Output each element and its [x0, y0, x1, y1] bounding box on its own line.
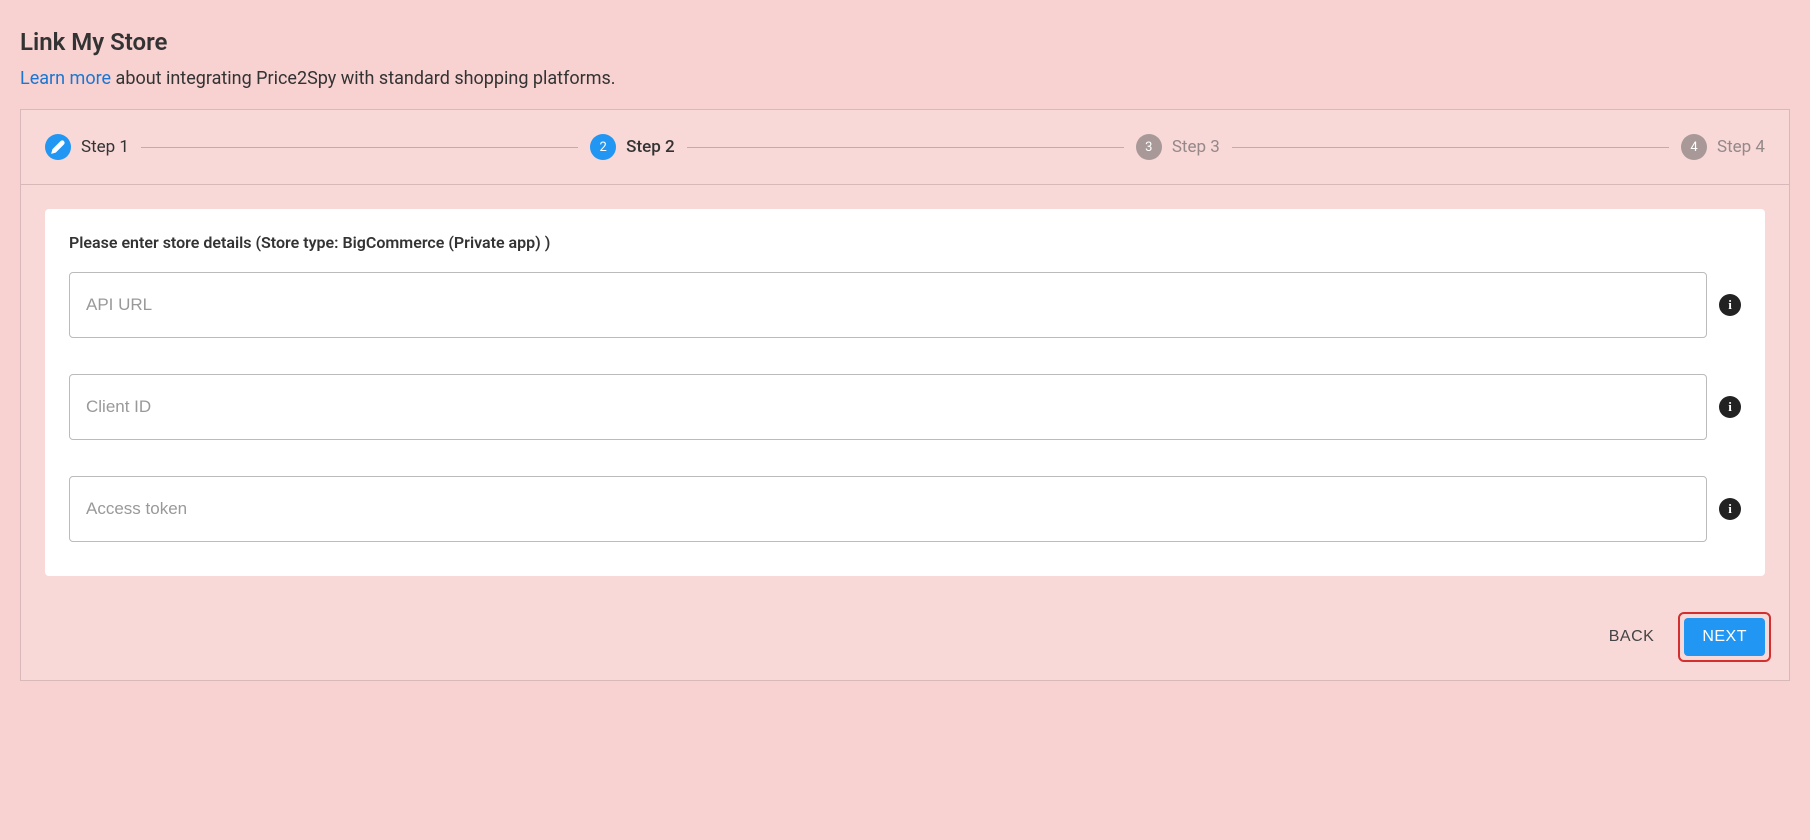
learn-more-link[interactable]: Learn more — [20, 68, 111, 89]
step-1[interactable]: Step 1 — [45, 134, 129, 160]
step-2-label: Step 2 — [626, 137, 675, 157]
access-token-input[interactable] — [69, 476, 1707, 542]
client-id-input[interactable] — [69, 374, 1707, 440]
step-3-circle: 3 — [1136, 134, 1162, 160]
step-divider — [141, 147, 578, 148]
api-url-row: i — [69, 272, 1741, 338]
step-3: 3 Step 3 — [1136, 134, 1220, 160]
step-3-label: Step 3 — [1172, 137, 1220, 157]
button-row: Back Next — [21, 600, 1789, 680]
back-button[interactable]: Back — [1593, 618, 1671, 656]
step-4: 4 Step 4 — [1681, 134, 1765, 160]
step-2-circle: 2 — [590, 134, 616, 160]
step-divider — [1232, 147, 1669, 148]
wizard-container: Step 1 2 Step 2 3 Step 3 4 Step 4 Please… — [20, 109, 1790, 681]
client-id-row: i — [69, 374, 1741, 440]
step-2: 2 Step 2 — [590, 134, 675, 160]
step-1-label: Step 1 — [81, 137, 129, 157]
pencil-icon — [45, 134, 71, 160]
page-title: Link My Store — [0, 0, 1810, 68]
form-card: Please enter store details (Store type: … — [45, 209, 1765, 576]
step-4-circle: 4 — [1681, 134, 1707, 160]
step-4-label: Step 4 — [1717, 137, 1765, 157]
subtitle-rest: about integrating Price2Spy with standar… — [111, 68, 615, 89]
next-button[interactable]: Next — [1684, 618, 1765, 656]
next-button-highlight: Next — [1678, 612, 1771, 662]
stepper: Step 1 2 Step 2 3 Step 3 4 Step 4 — [21, 110, 1789, 185]
info-icon[interactable]: i — [1719, 498, 1741, 520]
api-url-input[interactable] — [69, 272, 1707, 338]
info-icon[interactable]: i — [1719, 294, 1741, 316]
access-token-row: i — [69, 476, 1741, 542]
form-heading: Please enter store details (Store type: … — [69, 233, 1741, 252]
step-divider — [687, 147, 1124, 148]
page-subtitle: Learn more about integrating Price2Spy w… — [0, 68, 1810, 109]
info-icon[interactable]: i — [1719, 396, 1741, 418]
